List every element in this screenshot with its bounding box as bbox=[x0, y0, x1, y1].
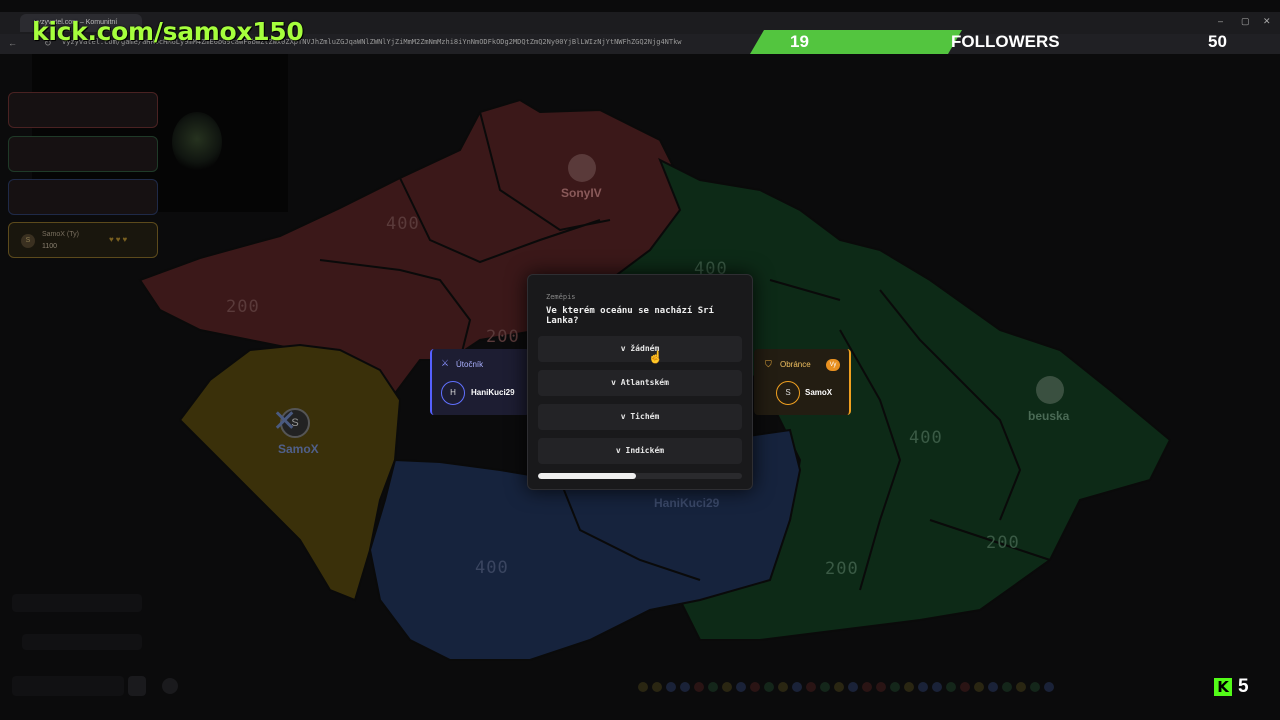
round-dot bbox=[1044, 682, 1054, 692]
round-dot bbox=[862, 682, 872, 692]
player-card-me[interactable]: S SamoX (Ty) 1100 ♥♥♥ bbox=[8, 222, 158, 258]
attacker-name: HaniKuci29 bbox=[471, 388, 515, 397]
answer-button[interactable]: v Atlantském bbox=[538, 370, 742, 396]
region-value: 200 bbox=[986, 533, 1020, 553]
kick-url-overlay: kick.com/samox150 bbox=[32, 17, 304, 46]
region-value: 200 bbox=[226, 297, 260, 317]
round-dot bbox=[820, 682, 830, 692]
answer-button[interactable]: v žádném bbox=[538, 336, 742, 362]
round-dot bbox=[806, 682, 816, 692]
timer-bar bbox=[538, 473, 742, 479]
region-value: 200 bbox=[486, 327, 520, 347]
followers-count: 19 bbox=[790, 32, 809, 51]
round-dot bbox=[792, 682, 802, 692]
hearts-icon: ♥♥♥ bbox=[109, 235, 130, 244]
kick-logo-icon: K bbox=[1214, 678, 1232, 696]
round-dot bbox=[680, 682, 690, 692]
me-avatar: S bbox=[21, 234, 35, 248]
region-value: 400 bbox=[475, 558, 509, 578]
you-badge: Vy bbox=[826, 359, 840, 371]
followers-label: FOLLOWERS bbox=[951, 32, 1060, 51]
sonyiv-avatar bbox=[568, 154, 596, 182]
defender-title: Obránce bbox=[780, 360, 811, 369]
sword-icon: ⚔ bbox=[441, 358, 450, 368]
round-dot bbox=[736, 682, 746, 692]
region-value: 200 bbox=[825, 559, 859, 579]
round-dot bbox=[750, 682, 760, 692]
round-dot bbox=[890, 682, 900, 692]
round-dot bbox=[694, 682, 704, 692]
round-dot bbox=[904, 682, 914, 692]
followers-goal: 50 bbox=[1208, 32, 1227, 51]
attacker-avatar: H bbox=[441, 381, 465, 405]
round-dot bbox=[652, 682, 662, 692]
player-card[interactable] bbox=[8, 136, 158, 172]
region-yellow-southwest[interactable] bbox=[178, 343, 402, 602]
round-dot bbox=[918, 682, 928, 692]
mouse-cursor-icon: ☝ bbox=[648, 350, 663, 364]
question-text: Ve kterém oceánu se nachází Srí Lanka? bbox=[546, 306, 714, 326]
defender-avatar: S bbox=[776, 381, 800, 405]
chat-input[interactable] bbox=[12, 676, 124, 696]
player-label-east: beuska bbox=[1028, 409, 1070, 423]
round-dot bbox=[960, 682, 970, 692]
shield-icon: ⛉ bbox=[765, 359, 772, 369]
round-dot bbox=[778, 682, 788, 692]
crossed-swords-icon: ✕ bbox=[272, 405, 298, 438]
chat-tab-pill[interactable] bbox=[12, 594, 142, 612]
beuska-avatar bbox=[1036, 376, 1064, 404]
round-dot bbox=[946, 682, 956, 692]
round-dot bbox=[974, 682, 984, 692]
round-dot bbox=[932, 682, 942, 692]
round-dot bbox=[1030, 682, 1040, 692]
round-indicator-row bbox=[638, 682, 1054, 694]
kick-count: 5 bbox=[1238, 676, 1249, 697]
round-dot bbox=[764, 682, 774, 692]
me-score: 1100 bbox=[42, 243, 58, 250]
round-dot bbox=[1016, 682, 1026, 692]
round-dot bbox=[1002, 682, 1012, 692]
attacker-title: Útočník bbox=[456, 360, 484, 369]
round-dot bbox=[876, 682, 886, 692]
followers-progress-bar bbox=[750, 30, 962, 54]
round-dot bbox=[988, 682, 998, 692]
round-dot bbox=[848, 682, 858, 692]
round-dot bbox=[708, 682, 718, 692]
defender-name: SamoX bbox=[805, 388, 833, 397]
chat-message bbox=[22, 634, 142, 650]
question-category: Zeměpis bbox=[546, 293, 576, 301]
me-name: SamoX (Ty) bbox=[42, 231, 79, 238]
round-dot bbox=[666, 682, 676, 692]
send-button[interactable] bbox=[162, 678, 178, 694]
player-label-west: SamoX bbox=[278, 442, 319, 456]
round-dot bbox=[722, 682, 732, 692]
player-card[interactable] bbox=[8, 179, 158, 215]
round-dot bbox=[638, 682, 648, 692]
emoji-button[interactable] bbox=[128, 676, 146, 696]
player-label-south: HaniKuci29 bbox=[654, 496, 720, 510]
player-card[interactable] bbox=[8, 92, 158, 128]
round-dot bbox=[834, 682, 844, 692]
region-value: 400 bbox=[909, 428, 943, 448]
answer-button[interactable]: v Tichém bbox=[538, 404, 742, 430]
timer-fill bbox=[538, 473, 636, 479]
region-value: 400 bbox=[386, 214, 420, 234]
answer-button[interactable]: v Indickém bbox=[538, 438, 742, 464]
streamer-face bbox=[172, 112, 222, 172]
player-label-north: SonyIV bbox=[561, 186, 602, 200]
